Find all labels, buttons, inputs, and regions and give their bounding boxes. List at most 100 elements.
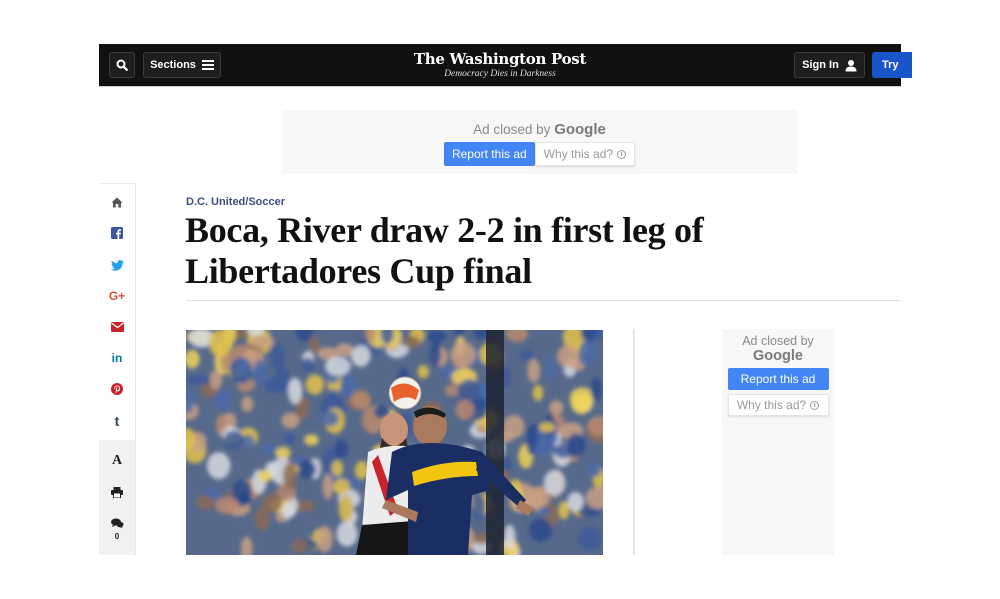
crowd-blob	[297, 460, 317, 479]
twitter-icon[interactable]	[99, 255, 135, 275]
crowd-blob	[402, 335, 420, 349]
linkedin-glyph: in	[111, 351, 123, 365]
crowd-blob	[426, 330, 447, 343]
why-this-ad-button[interactable]: Why this ad? i	[534, 142, 636, 166]
crowd-blob	[253, 359, 268, 387]
ad-closed-text: Ad closed by Google	[282, 121, 797, 138]
google-brand: Google	[554, 121, 606, 138]
crowd-blob	[450, 341, 476, 368]
crowd-blob	[214, 496, 240, 514]
crowd-blob	[207, 452, 231, 480]
crowd-blob	[223, 430, 245, 450]
crowd-blob	[335, 343, 354, 358]
tumblr-glyph: t	[114, 413, 120, 429]
top-ad-closed-banner: Ad closed by Google Report this ad Why t…	[282, 110, 797, 174]
user-icon	[845, 59, 857, 71]
crowd-blob	[545, 355, 556, 381]
crowd-blob	[257, 470, 273, 482]
soccer-photo	[186, 330, 603, 555]
washington-post-logo[interactable]: The Washington Post Democracy Dies in Da…	[99, 50, 901, 79]
headline-divider	[186, 300, 901, 301]
sign-in-button[interactable]: Sign In	[794, 52, 865, 78]
article-headline: Boca, River draw 2-2 in first leg of Lib…	[185, 210, 704, 291]
crowd-blob	[417, 364, 429, 379]
crowd-blob	[305, 374, 324, 395]
comment-count[interactable]: 0	[99, 532, 135, 541]
share-rail: G+ in t A 0	[99, 183, 136, 555]
pinterest-icon[interactable]	[99, 379, 135, 399]
share-buttons-group	[99, 183, 135, 440]
column-divider	[633, 329, 635, 555]
article-hero-image[interactable]	[186, 330, 603, 555]
report-ad-button[interactable]: Report this ad	[727, 368, 829, 390]
why-this-ad-label: Why this ad?	[736, 398, 807, 412]
crowd-blob	[336, 521, 358, 547]
font-size-icon[interactable]: A	[99, 451, 135, 471]
crowd-blob	[578, 340, 597, 367]
crowd-blob	[331, 460, 343, 477]
crowd-blob	[208, 330, 233, 357]
crowd-blob	[590, 377, 602, 402]
crowd-blob	[322, 473, 334, 500]
crowd-blob	[519, 349, 534, 361]
crowd-blob	[262, 443, 277, 454]
try-subscription-button[interactable]: Try	[872, 52, 912, 78]
crowd-blob	[288, 377, 303, 405]
crowd-blob	[283, 432, 295, 445]
crowd-blob	[566, 433, 586, 458]
crowd-blob	[301, 357, 314, 373]
crowd-blob	[270, 342, 286, 371]
crowd-blob	[587, 462, 601, 478]
crowd-blob	[570, 394, 593, 415]
crowd-blob	[316, 525, 333, 553]
crowd-blob	[290, 539, 308, 553]
crowd-blob	[529, 518, 553, 542]
crowd-blob	[186, 375, 212, 386]
right-rail-ad-closed: Ad closed by Google Report this ad Why t…	[722, 329, 834, 555]
font-size-glyph: A	[111, 453, 123, 468]
crowd-blob	[196, 495, 215, 510]
crowd-blob	[533, 441, 552, 456]
crowd-blob	[265, 377, 282, 394]
comments-icon[interactable]	[99, 513, 135, 533]
home-icon[interactable]	[99, 192, 135, 212]
linkedin-icon[interactable]: in	[99, 348, 135, 368]
crowd-blob	[261, 493, 282, 513]
why-this-ad-label: Why this ad?	[543, 147, 614, 161]
crowd-blob	[334, 439, 349, 459]
email-icon[interactable]	[99, 317, 135, 337]
facebook-icon[interactable]	[99, 223, 135, 243]
report-ad-button[interactable]: Report this ad	[443, 142, 535, 166]
crowd-blob	[241, 396, 254, 412]
section-kicker-link[interactable]: D.C. United/Soccer	[186, 196, 285, 208]
crowd-blob	[504, 524, 516, 550]
crowd-blob	[472, 492, 486, 520]
logo-tagline: Democracy Dies in Darkness	[444, 69, 556, 79]
crowd-blob	[577, 526, 602, 551]
crowd-blob	[281, 503, 294, 520]
crowd-blob	[543, 469, 566, 497]
crowd-blob	[567, 491, 584, 512]
print-icon[interactable]	[99, 482, 135, 502]
top-navigation-bar: Sections The Washington Post Democracy D…	[99, 44, 912, 87]
crowd-blob	[527, 358, 541, 383]
crowd-blob	[549, 400, 564, 415]
google-plus-glyph: G+	[108, 289, 126, 303]
try-label: Try	[882, 59, 899, 71]
why-this-ad-button[interactable]: Why this ad? i	[727, 394, 829, 416]
crowd-blob	[538, 506, 551, 517]
ad-button-row: Report this ad Why this ad? i	[282, 142, 797, 166]
crowd-blob	[430, 341, 441, 367]
crowd-blob	[304, 434, 319, 446]
crowd-blob	[236, 493, 253, 505]
crowd-blob	[216, 414, 227, 435]
crowd-blob	[275, 446, 291, 460]
google-plus-icon[interactable]: G+	[99, 286, 135, 306]
crowd-blob	[309, 336, 320, 354]
info-icon: i	[810, 400, 820, 410]
crowd-blob	[455, 399, 475, 420]
tumblr-icon[interactable]: t	[99, 411, 135, 431]
crowd-blob	[283, 462, 297, 491]
crowd-blob	[538, 422, 555, 433]
crowd-blob	[281, 412, 300, 429]
